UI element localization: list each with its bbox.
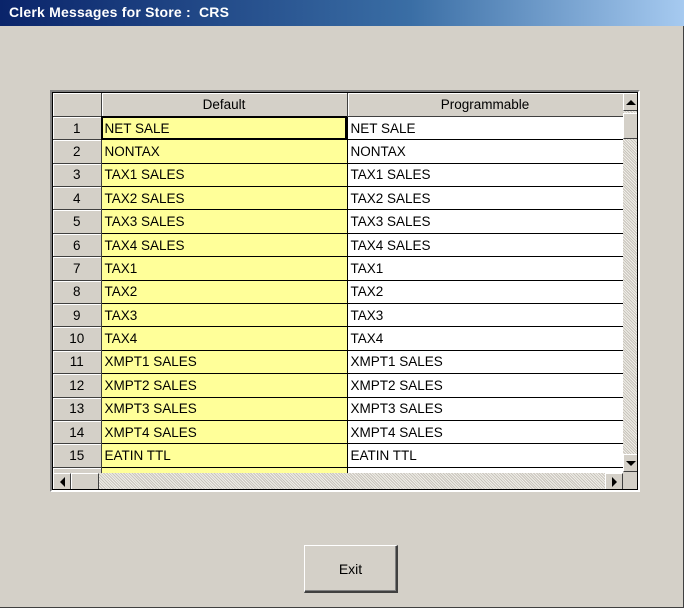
default-cell[interactable]: NONTAX [101, 139, 348, 164]
programmable-cell[interactable]: TAX2 [347, 280, 624, 305]
messages-table: Default Programmable 1 NET SALE NET SALE 2 N… [53, 93, 624, 489]
row-number[interactable]: 5 [53, 209, 102, 234]
row-number[interactable]: 14 [53, 420, 102, 445]
default-cell[interactable]: XMPT3 SALES [101, 397, 348, 421]
row-number[interactable]: 10 [53, 326, 102, 351]
row-number[interactable]: 7 [53, 256, 102, 281]
messages-grid: Default Programmable 1 NET SALE NET SALE 2 N… [50, 90, 640, 492]
default-cell[interactable]: TAX1 SALES [101, 163, 348, 188]
table-row[interactable]: 14 XMPT4 SALES XMPT4 SALES [53, 420, 624, 445]
table-row[interactable]: 5 TAX3 SALES TAX3 SALES [53, 209, 624, 234]
horizontal-scroll-thumb[interactable] [71, 473, 99, 489]
programmable-cell[interactable]: XMPT1 SALES [347, 350, 624, 375]
grid-body: 1 NET SALE NET SALE 2 NONTAX NONTAX 3 TAX1 SALE… [53, 116, 624, 489]
vertical-scroll-thumb[interactable] [623, 113, 637, 139]
programmable-cell[interactable]: EATIN TTL [347, 443, 624, 468]
row-number[interactable]: 2 [53, 139, 102, 164]
exit-button[interactable]: Exit [304, 545, 398, 593]
programmable-cell[interactable]: TAX1 [347, 256, 624, 281]
table-row[interactable]: 13 XMPT3 SALES XMPT3 SALES [53, 397, 624, 421]
table-row[interactable]: 3 TAX1 SALES TAX1 SALES [53, 163, 624, 188]
row-number[interactable]: 13 [53, 397, 102, 421]
row-number[interactable]: 1 [53, 116, 102, 141]
header-row: Default Programmable [53, 93, 624, 117]
default-cell[interactable]: NET SALE [101, 116, 348, 141]
programmable-cell[interactable]: XMPT3 SALES [347, 397, 624, 421]
row-number[interactable]: 6 [53, 233, 102, 258]
scroll-right-button[interactable] [605, 473, 623, 489]
exit-button-label: Exit [338, 560, 363, 577]
corner-header[interactable] [53, 93, 102, 117]
default-cell[interactable]: TAX1 [101, 256, 348, 281]
table-row[interactable]: 12 XMPT2 SALES XMPT2 SALES [53, 373, 624, 398]
default-cell[interactable]: TAX3 [101, 303, 348, 328]
row-number[interactable]: 12 [53, 373, 102, 398]
row-number[interactable]: 15 [53, 443, 102, 468]
table-row[interactable]: 15 EATIN TTL EATIN TTL [53, 443, 624, 468]
row-number[interactable]: 11 [53, 350, 102, 375]
programmable-cell[interactable]: TAX3 SALES [347, 209, 624, 234]
default-cell[interactable]: TAX2 [101, 280, 348, 305]
table-row[interactable]: 8 TAX2 TAX2 [53, 280, 624, 305]
table-row[interactable]: 10 TAX4 TAX4 [53, 326, 624, 351]
scroll-down-button[interactable] [623, 454, 637, 472]
table-row[interactable]: 7 TAX1 TAX1 [53, 256, 624, 281]
programmable-cell[interactable]: XMPT2 SALES [347, 373, 624, 398]
scroll-up-button[interactable] [623, 93, 637, 111]
clerk-messages-window: Clerk Messages for Store : CRS Default P… [0, 0, 684, 608]
programmable-cell[interactable]: TAX4 SALES [347, 233, 624, 258]
table-row[interactable]: 2 NONTAX NONTAX [53, 139, 624, 164]
horizontal-scrollbar[interactable] [53, 473, 623, 489]
row-number[interactable]: 9 [53, 303, 102, 328]
programmable-cell[interactable]: NONTAX [347, 139, 624, 164]
window-title: Clerk Messages for Store : CRS [9, 4, 230, 20]
arrow-down-icon [626, 460, 636, 466]
arrow-left-icon [59, 477, 65, 487]
title-bar[interactable]: Clerk Messages for Store : CRS [0, 0, 684, 26]
row-number[interactable]: 4 [53, 186, 102, 211]
row-number[interactable]: 8 [53, 280, 102, 305]
grid-viewport: Default Programmable 1 NET SALE NET SALE 2 N… [52, 92, 638, 490]
scroll-left-button[interactable] [53, 473, 71, 489]
default-cell[interactable]: XMPT4 SALES [101, 420, 348, 445]
arrow-right-icon [611, 477, 617, 487]
row-number[interactable]: 3 [53, 163, 102, 188]
table-row[interactable]: 1 NET SALE NET SALE [53, 116, 624, 141]
table-row[interactable]: 9 TAX3 TAX3 [53, 303, 624, 328]
table-row[interactable]: 6 TAX4 SALES TAX4 SALES [53, 233, 624, 258]
default-cell[interactable]: XMPT1 SALES [101, 350, 348, 375]
column-header-default[interactable]: Default [101, 93, 348, 117]
vertical-scrollbar[interactable] [623, 93, 637, 472]
scrollbar-corner [623, 472, 637, 489]
programmable-cell[interactable]: TAX2 SALES [347, 186, 624, 211]
column-header-programmable[interactable]: Programmable [347, 93, 624, 117]
default-cell[interactable]: TAX2 SALES [101, 186, 348, 211]
programmable-cell[interactable]: NET SALE [347, 116, 624, 141]
default-cell[interactable]: XMPT2 SALES [101, 373, 348, 398]
programmable-cell[interactable]: TAX4 [347, 326, 624, 351]
programmable-cell[interactable]: TAX1 SALES [347, 163, 624, 188]
programmable-cell[interactable]: TAX3 [347, 303, 624, 328]
default-cell[interactable]: TAX4 [101, 326, 348, 351]
default-cell[interactable]: EATIN TTL [101, 443, 348, 468]
arrow-up-icon [626, 99, 636, 105]
table-row[interactable]: 4 TAX2 SALES TAX2 SALES [53, 186, 624, 211]
default-cell[interactable]: TAX4 SALES [101, 233, 348, 258]
programmable-cell[interactable]: XMPT4 SALES [347, 420, 624, 445]
default-cell[interactable]: TAX3 SALES [101, 209, 348, 234]
table-row[interactable]: 11 XMPT1 SALES XMPT1 SALES [53, 350, 624, 375]
